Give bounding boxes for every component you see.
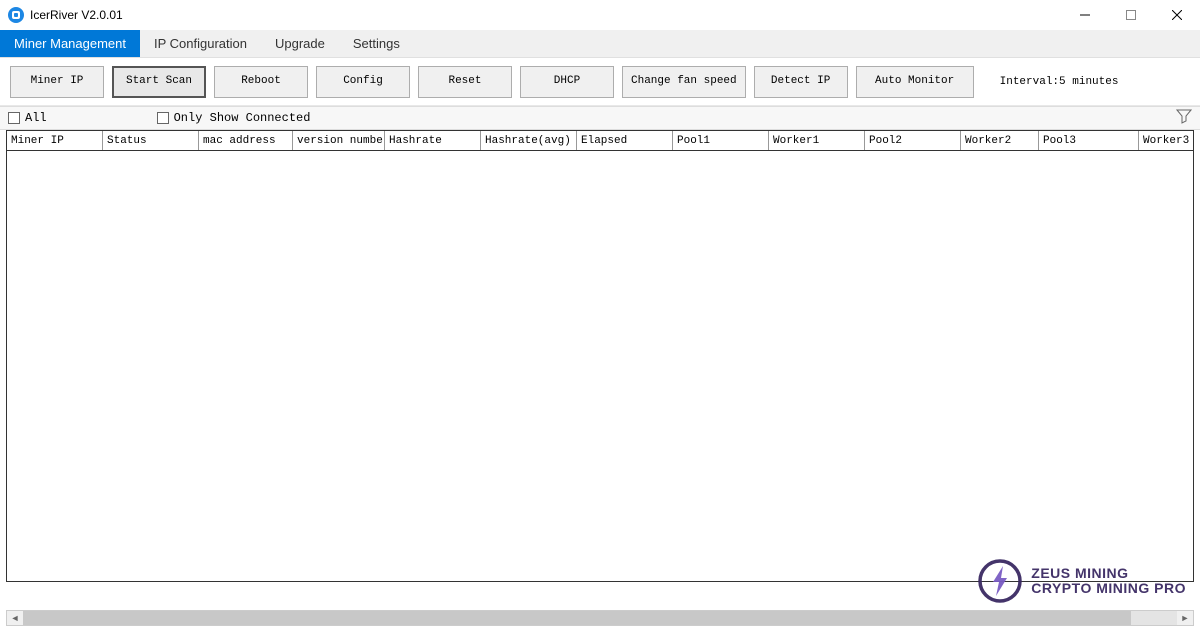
app-icon: [8, 7, 24, 23]
miner-ip-button[interactable]: Miner IP: [10, 66, 104, 98]
interval-label: Interval:5 minutes: [1000, 76, 1119, 88]
filter-icon[interactable]: [1176, 108, 1192, 128]
all-checkbox-label: All: [25, 111, 47, 125]
column-header[interactable]: Miner IP: [7, 131, 103, 150]
column-header[interactable]: Hashrate: [385, 131, 481, 150]
dhcp-button[interactable]: DHCP: [520, 66, 614, 98]
toolbar: Miner IP Start Scan Reboot Config Reset …: [0, 58, 1200, 106]
column-header[interactable]: Pool3: [1039, 131, 1139, 150]
minimize-button[interactable]: [1062, 0, 1108, 30]
scroll-thumb[interactable]: [23, 611, 1131, 625]
filter-bar: All Only Show Connected: [0, 106, 1200, 130]
start-scan-button[interactable]: Start Scan: [112, 66, 206, 98]
detect-ip-button[interactable]: Detect IP: [754, 66, 848, 98]
change-fan-speed-button[interactable]: Change fan speed: [622, 66, 746, 98]
scroll-left-arrow[interactable]: ◄: [7, 611, 23, 625]
table-header: Miner IPStatusmac addressversion numberH…: [7, 131, 1193, 151]
config-button[interactable]: Config: [316, 66, 410, 98]
scroll-right-arrow[interactable]: ►: [1177, 611, 1193, 625]
auto-monitor-button[interactable]: Auto Monitor: [856, 66, 974, 98]
tab-bar: Miner Management IP Configuration Upgrad…: [0, 30, 1200, 58]
column-header[interactable]: Worker3: [1139, 131, 1191, 150]
tab-settings[interactable]: Settings: [339, 30, 414, 57]
column-header[interactable]: Worker2: [961, 131, 1039, 150]
all-checkbox[interactable]: All: [8, 111, 47, 125]
maximize-button[interactable]: [1108, 0, 1154, 30]
tab-upgrade[interactable]: Upgrade: [261, 30, 339, 57]
column-header[interactable]: Hashrate(avg): [481, 131, 577, 150]
window-controls: [1062, 0, 1200, 30]
tab-ip-configuration[interactable]: IP Configuration: [140, 30, 261, 57]
only-connected-checkbox-label: Only Show Connected: [174, 111, 311, 125]
window-title: IcerRiver V2.0.01: [30, 8, 123, 22]
column-header[interactable]: Status: [103, 131, 199, 150]
column-header[interactable]: Pool1: [673, 131, 769, 150]
close-button[interactable]: [1154, 0, 1200, 30]
column-header[interactable]: Pool2: [865, 131, 961, 150]
title-bar: IcerRiver V2.0.01: [0, 0, 1200, 30]
only-connected-checkbox[interactable]: Only Show Connected: [157, 111, 311, 125]
column-header[interactable]: version number: [293, 131, 385, 150]
checkbox-icon: [157, 112, 169, 124]
watermark-line2: CRYPTO MINING PRO: [1031, 581, 1186, 596]
column-header[interactable]: Elapsed: [577, 131, 673, 150]
reboot-button[interactable]: Reboot: [214, 66, 308, 98]
column-header[interactable]: Worker1: [769, 131, 865, 150]
scroll-track[interactable]: [23, 611, 1177, 625]
checkbox-icon: [8, 112, 20, 124]
horizontal-scrollbar[interactable]: ◄ ►: [6, 610, 1194, 626]
table: Miner IPStatusmac addressversion numberH…: [6, 130, 1194, 582]
column-header[interactable]: mac address: [199, 131, 293, 150]
tab-miner-management[interactable]: Miner Management: [0, 30, 140, 57]
reset-button[interactable]: Reset: [418, 66, 512, 98]
